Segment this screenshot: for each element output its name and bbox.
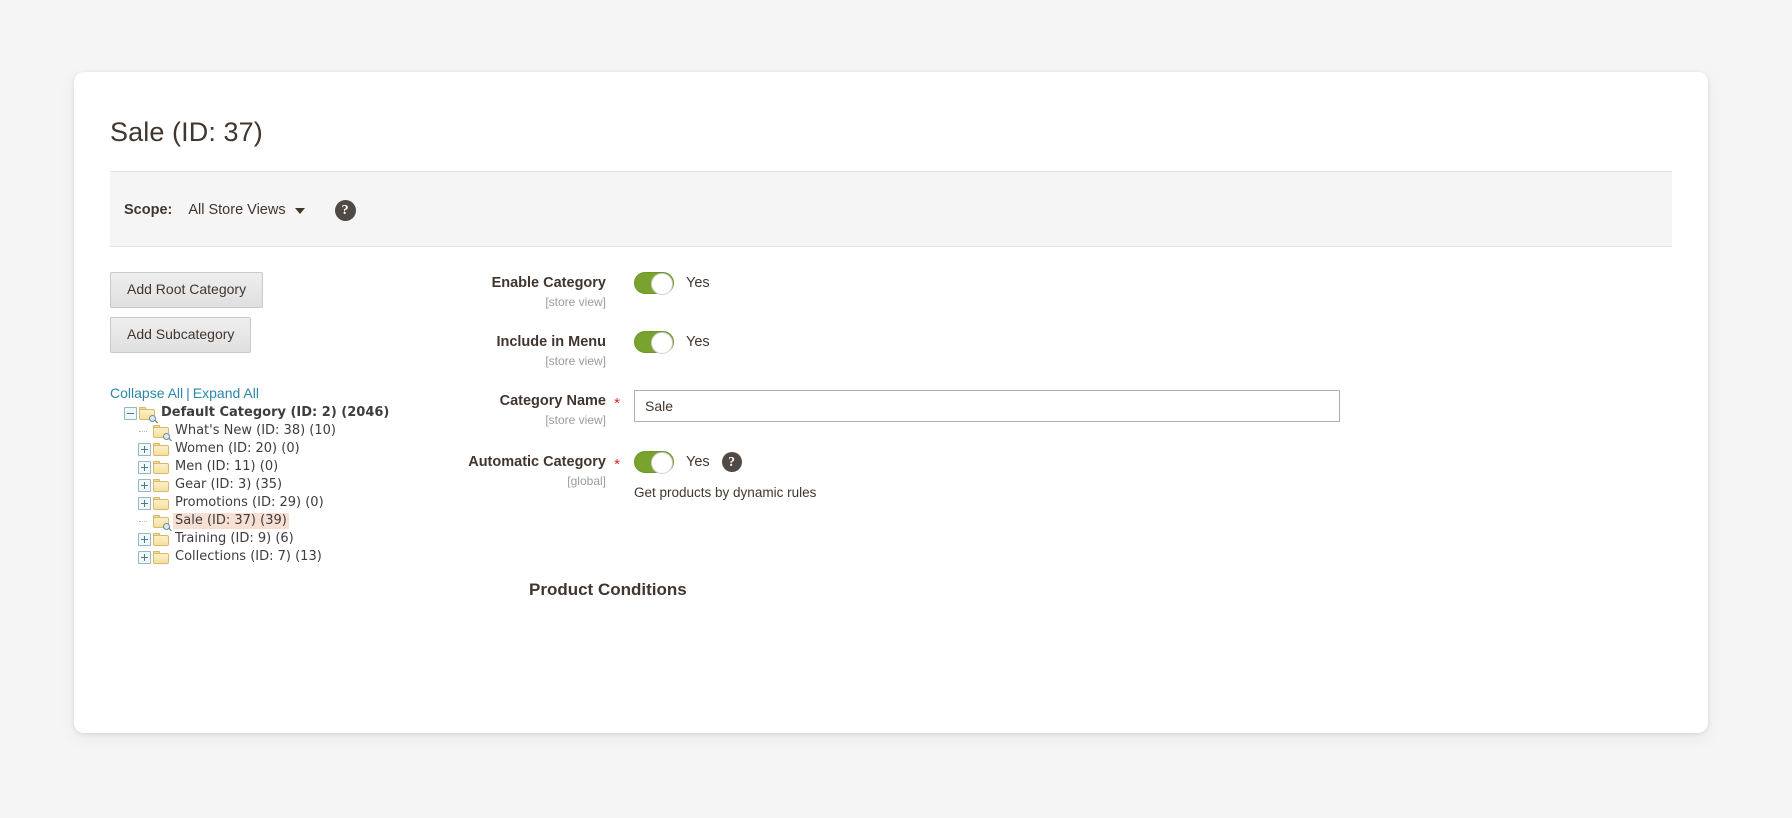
category-name-scope-note: [store view] [545, 413, 606, 427]
include-in-menu-control: Yes [634, 331, 710, 354]
collapse-node-icon[interactable] [124, 406, 137, 420]
tree-node-label: Men (ID: 11) (0) [175, 459, 279, 474]
field-category-name: Category Name [store view] * [500, 390, 1654, 432]
folder-icon [153, 496, 169, 510]
field-enable-category: Enable Category [store view] Yes [492, 272, 1654, 312]
include-in-menu-label: Include in Menu [496, 334, 606, 350]
category-edit-card: Sale (ID: 37) Scope: All Store Views ? A… [74, 72, 1708, 733]
scope-inner: Scope: All Store Views ? [124, 172, 356, 248]
category-name-label: Category Name [499, 393, 606, 409]
scope-label: Scope: [124, 202, 173, 218]
folder-search-icon [153, 424, 172, 442]
enable-category-scope-note: [store view] [545, 295, 606, 309]
expand-node-icon[interactable] [138, 442, 151, 456]
enable-category-label: Enable Category [491, 275, 606, 291]
collapse-all-link[interactable]: Collapse All [110, 385, 183, 401]
automatic-category-label-group: Automatic Category [global] * [286, 453, 634, 488]
chevron-down-icon [294, 208, 305, 214]
toggle-knob-icon [651, 451, 673, 474]
enable-category-toggle[interactable] [634, 272, 674, 295]
category-form: Enable Category [store view] Yes Include… [468, 272, 1654, 532]
tree-node[interactable]: Collections (ID: 7) (13) [110, 548, 530, 566]
automatic-category-control: Yes ? [634, 451, 742, 474]
automatic-category-toggle[interactable] [634, 451, 674, 474]
expand-node-icon[interactable] [138, 478, 151, 492]
tree-node-label: Promotions (ID: 29) (0) [175, 495, 324, 510]
expand-node-icon[interactable] [138, 532, 151, 546]
category-name-label-group: Category Name [store view] * [286, 392, 634, 427]
tree-node[interactable]: Training (ID: 9) (6) [110, 530, 530, 548]
automatic-category-label: Automatic Category [468, 454, 606, 470]
folder-search-icon [153, 514, 172, 532]
tree-node-label: Collections (ID: 7) (13) [175, 549, 322, 564]
toggle-knob-icon [651, 272, 673, 295]
folder-icon [153, 478, 169, 492]
field-automatic-category: Automatic Category [global] * Yes ? Get … [468, 451, 1654, 513]
folder-search-icon [139, 406, 158, 424]
expand-all-link[interactable]: Expand All [193, 385, 259, 401]
include-in-menu-label-group: Include in Menu [store view] [286, 333, 634, 368]
folder-icon [153, 532, 169, 546]
scope-selected-value: All Store Views [188, 202, 286, 218]
enable-category-toggle-value: Yes [686, 275, 710, 291]
category-name-input[interactable] [634, 390, 1340, 422]
page-root: Sale (ID: 37) Scope: All Store Views ? A… [0, 0, 1792, 818]
tree-node-label: Women (ID: 20) (0) [175, 441, 300, 456]
automatic-category-required-marker: * [614, 456, 620, 473]
help-question-icon[interactable]: ? [721, 452, 742, 472]
tree-node[interactable]: Promotions (ID: 29) (0) [110, 494, 530, 512]
folder-icon [153, 442, 169, 456]
add-subcategory-button[interactable]: Add Subcategory [110, 317, 252, 353]
tree-leaf-connector-icon [138, 425, 151, 438]
toggle-knob-icon [651, 331, 673, 354]
enable-category-control: Yes [634, 272, 710, 295]
expand-node-icon[interactable] [138, 550, 151, 564]
field-include-in-menu: Include in Menu [store view] Yes [496, 331, 1654, 371]
automatic-category-hint: Get products by dynamic rules [634, 485, 817, 500]
folder-icon [153, 550, 169, 564]
scope-bar: Scope: All Store Views ? [110, 171, 1672, 247]
page-title: Sale (ID: 37) [110, 117, 263, 147]
product-conditions-heading: Product Conditions [529, 580, 687, 599]
include-in-menu-toggle-value: Yes [686, 334, 710, 350]
expand-node-icon[interactable] [138, 496, 151, 510]
enable-category-label-group: Enable Category [store view] [286, 274, 634, 309]
automatic-category-toggle-value: Yes [686, 454, 710, 470]
tree-node-label: Sale (ID: 37) (39) [173, 513, 289, 529]
automatic-category-scope-note: [global] [567, 474, 606, 488]
folder-icon [153, 460, 169, 474]
tree-node[interactable]: Sale (ID: 37) (39) [110, 512, 530, 532]
add-root-category-button[interactable]: Add Root Category [110, 272, 264, 308]
category-name-required-marker: * [614, 395, 620, 412]
tree-actions-separator: | [186, 385, 190, 401]
tree-leaf-connector-icon [138, 515, 151, 528]
category-name-control [634, 390, 1340, 422]
expand-node-icon[interactable] [138, 460, 151, 474]
tree-node-label: Gear (ID: 3) (35) [175, 477, 283, 492]
help-question-icon[interactable]: ? [334, 199, 356, 221]
include-in-menu-toggle[interactable] [634, 331, 674, 354]
tree-node-label: Training (ID: 9) (6) [175, 531, 294, 546]
scope-selector[interactable]: All Store Views [188, 202, 305, 218]
include-in-menu-scope-note: [store view] [545, 354, 606, 368]
